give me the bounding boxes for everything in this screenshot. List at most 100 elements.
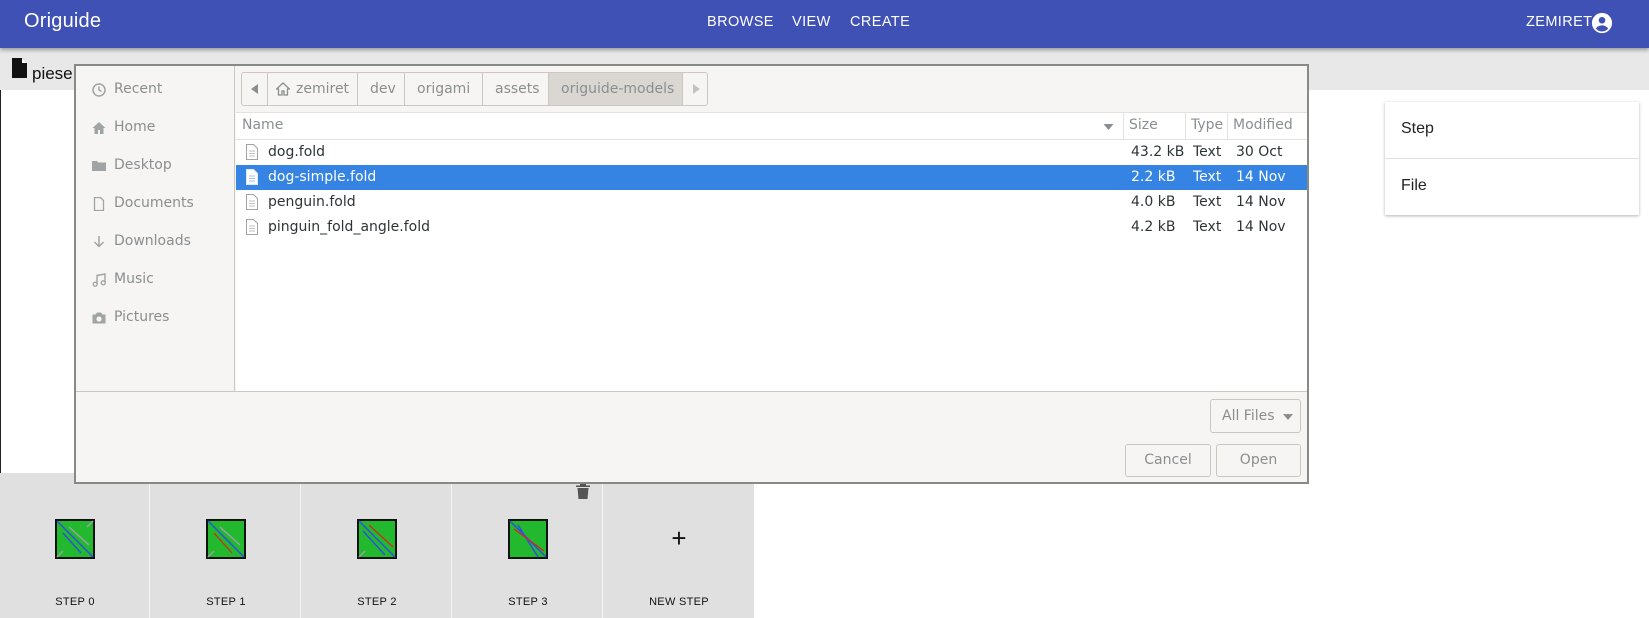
- place-label: Music: [114, 271, 154, 287]
- path-segment-origuide-models[interactable]: origuide-models: [548, 72, 683, 106]
- file-modified: 14 Nov: [1236, 194, 1286, 210]
- step-thumbnail: [55, 519, 95, 559]
- path-forward-button[interactable]: [682, 72, 708, 106]
- text-file-icon: [246, 194, 258, 210]
- file-name: dog-simple.fold: [268, 169, 377, 185]
- file-modified: 30 Oct: [1236, 144, 1283, 160]
- clock-icon: [92, 83, 106, 97]
- nav-browse[interactable]: BROWSE: [707, 14, 774, 30]
- column-size[interactable]: Size: [1129, 117, 1158, 133]
- file-type: Text: [1193, 169, 1222, 185]
- step-label: STEP 0: [55, 596, 95, 608]
- file-row[interactable]: penguin.fold 4.0 kB Text 14 Nov: [236, 190, 1307, 215]
- column-type[interactable]: Type: [1191, 117, 1223, 133]
- step-card-0[interactable]: STEP 0: [0, 473, 150, 618]
- path-label: zemiret: [296, 81, 350, 97]
- file-modified: 14 Nov: [1236, 219, 1286, 235]
- place-downloads[interactable]: Downloads: [76, 227, 235, 257]
- step-label: NEW STEP: [649, 596, 709, 608]
- text-file-icon: [246, 169, 258, 185]
- file-list: Name Size Type Modified dog.fold 43.2 kB…: [236, 112, 1307, 391]
- text-file-icon: [246, 144, 258, 160]
- step-label: STEP 3: [508, 596, 548, 608]
- file-size: 2.2 kB: [1131, 169, 1176, 185]
- chevron-right-icon: [693, 84, 700, 94]
- file-modified: 14 Nov: [1236, 169, 1286, 185]
- file-row[interactable]: dog.fold 43.2 kB Text 30 Oct: [236, 140, 1307, 165]
- places-sidebar: Recent Home Desktop Documents Downloads …: [76, 66, 235, 391]
- text-file-icon: [246, 219, 258, 235]
- delete-step-icon[interactable]: [576, 483, 590, 499]
- place-label: Downloads: [114, 233, 191, 249]
- step-card-2[interactable]: STEP 2: [302, 473, 452, 618]
- panel-file-item[interactable]: File: [1385, 158, 1639, 214]
- place-pictures[interactable]: Pictures: [76, 303, 235, 333]
- path-label: assets: [495, 81, 540, 97]
- chevron-down-icon: [1283, 414, 1293, 420]
- place-label: Home: [114, 119, 156, 135]
- home-icon: [92, 122, 106, 134]
- app-brand[interactable]: Origuide: [24, 10, 101, 33]
- canvas-border: [0, 90, 1, 473]
- file-name: penguin.fold: [268, 194, 356, 210]
- path-segment-origami[interactable]: origami: [404, 72, 483, 106]
- dialog-separator: [76, 391, 1307, 392]
- step-bar: STEP 0 STEP 1 STEP 2 STEP 3 + NEW STEP: [0, 473, 754, 618]
- file-name: pinguin_fold_angle.fold: [268, 219, 431, 235]
- place-desktop[interactable]: Desktop: [76, 151, 235, 181]
- home-icon: [276, 82, 290, 96]
- document-icon: [12, 58, 27, 78]
- place-music[interactable]: Music: [76, 265, 235, 295]
- path-label: dev: [370, 81, 396, 97]
- path-label: origami: [417, 81, 471, 97]
- file-list-header: Name Size Type Modified: [236, 113, 1307, 140]
- step-label: STEP 2: [357, 596, 397, 608]
- file-filter-dropdown[interactable]: All Files: [1210, 399, 1301, 433]
- document-icon: [93, 197, 105, 211]
- nav-view[interactable]: VIEW: [792, 14, 831, 30]
- new-step-button[interactable]: + NEW STEP: [604, 473, 754, 618]
- file-size: 43.2 kB: [1131, 144, 1185, 160]
- cancel-button[interactable]: Cancel: [1125, 444, 1211, 477]
- app-bar: Origuide BROWSE VIEW CREATE ZEMIRET: [0, 0, 1649, 48]
- open-button[interactable]: Open: [1216, 444, 1301, 477]
- account-circle-icon[interactable]: [1591, 12, 1613, 34]
- place-label: Pictures: [114, 309, 170, 325]
- step-card-1[interactable]: STEP 1: [151, 473, 301, 618]
- place-documents[interactable]: Documents: [76, 189, 235, 219]
- user-menu[interactable]: ZEMIRET: [1526, 14, 1592, 30]
- editor-side-panel: Step File: [1385, 102, 1639, 215]
- step-label: STEP 1: [206, 596, 246, 608]
- file-name: dog.fold: [268, 144, 326, 160]
- download-arrow-icon: [93, 236, 105, 248]
- folder-icon: [92, 161, 106, 171]
- place-label: Recent: [114, 81, 163, 97]
- file-row[interactable]: pinguin_fold_angle.fold 4.2 kB Text 14 N…: [236, 215, 1307, 240]
- column-modified[interactable]: Modified: [1233, 117, 1293, 133]
- file-type: Text: [1193, 194, 1222, 210]
- plus-icon: +: [671, 523, 687, 553]
- place-recent[interactable]: Recent: [76, 75, 235, 105]
- step-thumbnail: [357, 519, 397, 559]
- path-segment-dev[interactable]: dev: [357, 72, 405, 106]
- step-thumbnail: [508, 519, 548, 559]
- chevron-left-icon: [251, 84, 258, 94]
- panel-step-item[interactable]: Step: [1385, 102, 1639, 158]
- place-label: Documents: [114, 195, 194, 211]
- nav-create[interactable]: CREATE: [850, 14, 910, 30]
- place-home[interactable]: Home: [76, 113, 235, 143]
- path-segment-zemiret[interactable]: zemiret: [267, 72, 358, 106]
- path-back-button[interactable]: [241, 72, 268, 106]
- camera-icon: [92, 312, 106, 324]
- file-row-selected[interactable]: dog-simple.fold 2.2 kB Text 14 Nov: [236, 165, 1307, 190]
- file-type: Text: [1193, 144, 1222, 160]
- sort-down-icon[interactable]: [1103, 124, 1114, 130]
- file-chooser-dialog: Recent Home Desktop Documents Downloads …: [74, 64, 1309, 484]
- file-size: 4.2 kB: [1131, 219, 1176, 235]
- path-segment-assets[interactable]: assets: [482, 72, 549, 106]
- music-note-icon: [92, 273, 106, 287]
- place-label: Desktop: [114, 157, 172, 173]
- path-label: origuide-models: [561, 81, 675, 97]
- column-name[interactable]: Name: [242, 117, 283, 133]
- document-name[interactable]: piese: [32, 64, 73, 84]
